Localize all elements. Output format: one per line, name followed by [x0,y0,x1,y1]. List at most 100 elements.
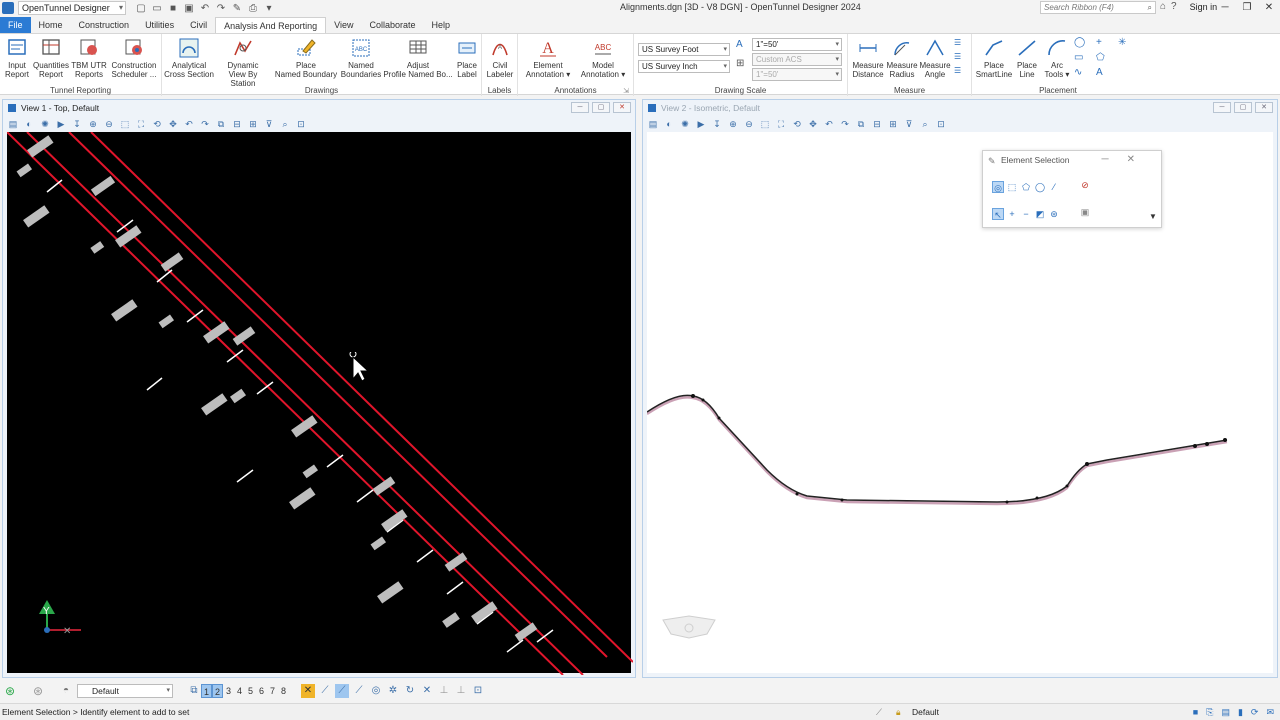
view-toggle-8[interactable]: 8 [278,684,289,698]
dynamic-view-by-station-button[interactable]: Dynamic View By Station [216,37,270,88]
close-icon[interactable]: ✕ [1255,102,1273,113]
place-line-button[interactable]: Place Line [1014,37,1040,79]
zoom-in-icon[interactable]: ⊕ [87,119,99,130]
walk-icon[interactable]: ✥ [807,119,819,130]
model-annotation-button[interactable]: ABC Model Annotation ▾ [576,37,630,79]
previous-view-icon[interactable]: ↶ [823,119,835,130]
previous-view-icon[interactable]: ↶ [183,119,195,130]
construction-scheduler-button[interactable]: Construction Scheduler ... [108,37,160,79]
block-method-button[interactable]: ⬚ [1006,181,1018,193]
snap-center-icon[interactable]: ◎ [369,684,383,698]
display-style-icon[interactable]: ◐ [663,119,675,129]
filter-icon[interactable]: ⊽ [903,119,915,130]
rotate-view-icon[interactable]: ⟲ [151,119,163,130]
tab-file[interactable]: File [0,17,31,33]
select-all-button[interactable]: ⊛ [1048,208,1060,220]
annotation-unit-select[interactable]: US Survey Inch [638,60,730,73]
dialog-launcher-icon[interactable]: ⇲ [623,87,629,95]
tbm-utr-reports-button[interactable]: TBM UTR Reports [70,37,108,79]
pan-icon[interactable]: ↧ [71,119,83,130]
view-1-window[interactable]: View 1 - Top, Default ─ ▢ ✕ ▤ ◐ ✺ ▶ ↧ ⊕ … [2,99,636,693]
line-method-button[interactable]: ⁄ [1048,181,1060,193]
view-attributes-icon[interactable]: ▤ [7,119,19,130]
annotation-scale-select[interactable]: 1"=50' [752,38,842,51]
print-icon[interactable]: ⎙ [248,3,258,14]
new-file-icon[interactable]: ▢ [136,3,146,14]
drawing-unit-select[interactable]: US Survey Foot [638,43,730,56]
filter-icon[interactable]: ⊽ [263,119,275,130]
minimize-icon[interactable]: ─ [1214,0,1236,16]
redo-icon[interactable]: ↷ [216,3,226,14]
copy-view-icon[interactable]: ⧉ [855,119,867,130]
arc-tools-button[interactable]: Arc Tools ▾ [1042,37,1072,79]
message-center-icon[interactable]: ▤ [1221,704,1230,720]
invert-mode-button[interactable]: ◩ [1034,208,1046,220]
civil-labeler-button[interactable]: A Civil Labeler [484,37,516,79]
clip-mask-icon[interactable]: ⊞ [887,119,899,130]
snap-keypoint-icon[interactable]: ⟋ [335,684,349,698]
measure-angle-button[interactable]: Measure Angle [918,37,952,79]
tab-construction[interactable]: Construction [71,17,138,33]
tab-home[interactable]: Home [31,17,71,33]
measure-distance-button[interactable]: Measure Distance [850,37,886,79]
design-history-icon[interactable]: ⎘ [1206,704,1213,720]
accudraw-icon[interactable]: ▮ [1238,704,1243,720]
subtract-mode-button[interactable]: − [1020,208,1032,220]
close-icon[interactable]: ✕ [1127,154,1153,165]
active-level-select[interactable]: Default [77,684,173,698]
save-status-icon[interactable]: ■ [1193,704,1198,720]
pin-icon[interactable]: ✎ [232,3,242,14]
input-report-button[interactable]: Input Report [2,37,32,79]
view-toggle-6[interactable]: 6 [256,684,267,698]
tab-analysis-and-reporting[interactable]: Analysis And Reporting [215,17,327,33]
tab-utilities[interactable]: Utilities [137,17,182,33]
window-area-icon[interactable]: ⬚ [759,119,771,130]
view-groups-icon[interactable]: ⧉ [187,684,201,698]
pan-icon[interactable]: ↧ [711,119,723,130]
toggle-icon[interactable]: ⊡ [295,119,307,130]
save-icon[interactable]: ■ [168,3,178,14]
measure-radius-button[interactable]: Measure Radius [886,37,918,79]
measure-volume-icon[interactable]: ☰ [954,52,961,61]
next-view-icon[interactable]: ↷ [199,119,211,130]
play-icon[interactable]: ▶ [55,119,67,130]
lighting-icon[interactable]: ✺ [679,119,691,130]
maximize-icon[interactable]: ▢ [1234,102,1252,113]
place-named-boundary-button[interactable]: Place Named Boundary [272,37,340,79]
lighting-icon[interactable]: ✺ [39,119,51,130]
snap-tangent-icon[interactable]: ↻ [403,684,417,698]
view-toggle-5[interactable]: 5 [245,684,256,698]
snap-midpoint-icon[interactable]: ⟋ [352,684,366,698]
view-2-window[interactable]: View 2 - Isometric, Default ─ ▢ ✕ ▤ ◐ ✺ … [642,99,1278,678]
rotate-view-icon[interactable]: ⟲ [791,119,803,130]
shape-method-button[interactable]: ⬠ [1020,181,1032,193]
cell-tool-icon[interactable]: ✳ [1118,37,1126,48]
play-icon[interactable]: ▶ [695,119,707,130]
help-icon[interactable]: ? [1171,1,1177,12]
snap-toggle-icon[interactable]: ✕ [301,684,315,698]
individual-method-button[interactable]: ◎ [992,181,1004,193]
sign-in-link[interactable]: Sign in [1190,2,1218,12]
tab-view[interactable]: View [326,17,361,33]
snap-origin-icon[interactable]: ✲ [386,684,400,698]
snap-settings-icon[interactable]: ⊡ [471,684,485,698]
select-all-elements-button[interactable]: ▣ [1077,206,1093,222]
open-folder-icon[interactable]: ▭ [152,3,162,14]
display-style-icon[interactable]: ◐ [23,119,35,129]
element-annotation-button[interactable]: A Element Annotation ▾ [522,37,574,79]
view-toggle-4[interactable]: 4 [234,684,245,698]
view-attributes-icon[interactable]: ▤ [647,119,659,130]
zoom-in-icon[interactable]: ⊕ [727,119,739,130]
snap-nearest-icon[interactable]: ⟋ [318,684,332,698]
point-tool-icon[interactable]: + [1096,37,1102,48]
view-1-canvas[interactable]: Y ✕ [6,131,634,693]
restore-icon[interactable]: ❐ [1236,0,1258,16]
toggle-icon[interactable]: ⊡ [935,119,947,130]
element-selection-dialog[interactable]: ✎ Element Selection ─✕ ◎ ⬚ ⬠ ◯ ⁄ ⊘ ↖ + −… [982,150,1162,228]
clear-selection-button[interactable]: ⊘ [1077,179,1093,195]
expand-dialog-icon[interactable]: ▼ [1147,211,1159,223]
circle-method-button[interactable]: ◯ [1034,181,1046,193]
maximize-icon[interactable]: ▢ [592,102,610,113]
snap-perpendicular-icon[interactable]: ⊥ [437,684,451,698]
add-mode-button[interactable]: + [1006,208,1018,220]
